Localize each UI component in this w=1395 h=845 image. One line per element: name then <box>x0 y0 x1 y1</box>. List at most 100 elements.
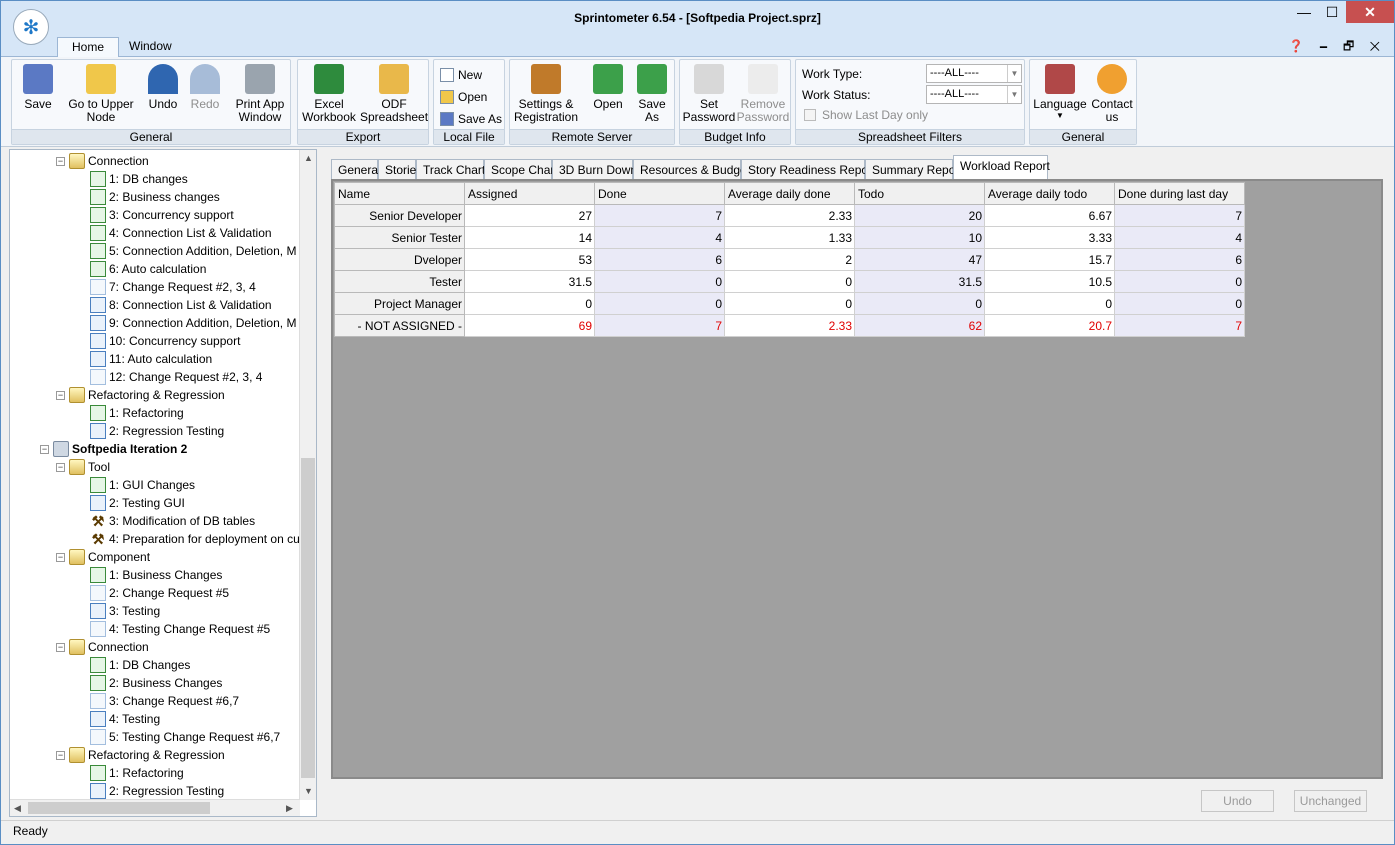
column-header[interactable]: Done <box>594 182 725 205</box>
table-cell[interactable]: 6.67 <box>984 204 1115 227</box>
table-cell[interactable]: 0 <box>1114 270 1245 293</box>
table-cell[interactable]: 20 <box>854 204 985 227</box>
close-button[interactable]: ✕ <box>1346 1 1394 23</box>
undo-button[interactable]: Undo <box>142 64 184 111</box>
tree-item[interactable]: 1: Business Changes <box>90 566 222 584</box>
tree-item[interactable]: 3: Testing <box>90 602 160 620</box>
workload-report-table[interactable]: Name Assigned Done Average daily done Todo Av… <box>334 182 1245 337</box>
tree-item[interactable]: 3: Change Request #6,7 <box>90 692 239 710</box>
tree-item[interactable]: 10: Concurrency support <box>90 332 240 350</box>
column-header[interactable]: Todo <box>854 182 985 205</box>
table-cell[interactable]: 0 <box>464 292 595 315</box>
odf-spreadsheet-button[interactable]: ODF Spreadsheet <box>360 64 428 124</box>
table-cell[interactable]: 62 <box>854 314 985 337</box>
table-cell[interactable]: 7 <box>594 314 725 337</box>
table-cell[interactable]: 47 <box>854 248 985 271</box>
report-tab[interactable]: Workload Report <box>953 155 1050 180</box>
row-name-cell[interactable]: Senior Developer <box>334 204 465 227</box>
tree-item[interactable]: 2: Regression Testing <box>90 782 224 800</box>
table-cell[interactable]: 15.7 <box>984 248 1115 271</box>
table-cell[interactable]: 0 <box>724 292 855 315</box>
tree-item[interactable]: 2: Testing GUI <box>90 494 185 512</box>
tab-home[interactable]: Home <box>57 37 120 58</box>
report-tab[interactable]: Resources & Budget <box>633 159 750 180</box>
column-header[interactable]: Assigned <box>464 182 595 205</box>
table-cell[interactable]: 27 <box>464 204 595 227</box>
tree-item[interactable]: 4: Connection List & Validation <box>90 224 272 242</box>
table-cell[interactable]: 7 <box>1114 314 1245 337</box>
scroll-left-icon[interactable]: ◀ <box>14 803 21 814</box>
report-tab[interactable]: Track Chart <box>416 159 485 180</box>
scrollbar-thumb[interactable] <box>301 458 315 778</box>
table-cell[interactable]: 6 <box>1114 248 1245 271</box>
scrollbar-thumb[interactable] <box>28 802 210 814</box>
column-header[interactable]: Done during last day <box>1114 182 1245 205</box>
tree-item[interactable]: 2: Business changes <box>90 188 220 206</box>
tree-item[interactable]: 2: Change Request #5 <box>90 584 229 602</box>
scroll-right-icon[interactable]: ▶ <box>286 803 293 814</box>
report-tab[interactable]: Scope Chart <box>484 159 558 180</box>
table-row[interactable]: - NOT ASSIGNED -69 7 2.33 62 20.7 7 <box>334 314 1245 337</box>
table-cell[interactable]: 2.33 <box>724 314 855 337</box>
tree-item[interactable]: − Tool <box>56 458 110 476</box>
table-cell[interactable]: 31.5 <box>854 270 985 293</box>
tree-item[interactable]: 6: Auto calculation <box>90 260 206 278</box>
row-name-cell[interactable]: Dveloper <box>334 248 465 271</box>
contact-us-button[interactable]: Contact us <box>1088 64 1136 124</box>
tree-item[interactable]: − Softpedia Iteration 2 <box>40 440 187 458</box>
tree-item[interactable]: 5: Connection Addition, Deletion, M <box>90 242 296 260</box>
collapse-icon[interactable]: − <box>56 462 65 472</box>
maximize-button[interactable]: ☐ <box>1318 1 1346 23</box>
tree-item[interactable]: − Connection <box>56 152 149 170</box>
settings-registration-button[interactable]: Settings & Registration <box>512 64 580 124</box>
table-cell[interactable]: 7 <box>594 204 725 227</box>
tree-item[interactable]: − Refactoring & Regression <box>56 386 225 404</box>
tree-item[interactable]: 1: Refactoring <box>90 764 184 782</box>
table-row[interactable]: Senior Developer 27 7 2.33 20 6.67 7 <box>334 204 1245 227</box>
app-logo-icon[interactable]: ✻ <box>13 9 49 45</box>
print-app-window-button[interactable]: Print App Window <box>232 64 288 124</box>
tree-item[interactable]: 4: Testing Change Request #5 <box>90 620 270 638</box>
ribbon-right-icons[interactable]: ❓ 🗕 🗗 ✕ <box>1289 37 1386 58</box>
new-button[interactable]: New <box>440 66 482 84</box>
collapse-icon[interactable]: − <box>56 552 65 562</box>
table-cell[interactable]: 53 <box>464 248 595 271</box>
tree-item[interactable]: 9: Connection Addition, Deletion, M <box>90 314 296 332</box>
table-cell[interactable]: 7 <box>1114 204 1245 227</box>
collapse-icon[interactable]: − <box>56 750 65 760</box>
table-cell[interactable]: 10.5 <box>984 270 1115 293</box>
table-cell[interactable]: 31.5 <box>464 270 595 293</box>
table-cell[interactable]: 2 <box>724 248 855 271</box>
report-tab[interactable]: Story Readiness Report <box>741 159 875 180</box>
tree-item[interactable]: ⚒ 3: Modification of DB tables <box>90 512 255 530</box>
project-tree[interactable]: − Connection 1: DB changes 2: Business chan… <box>9 149 317 817</box>
table-cell[interactable]: 20.7 <box>984 314 1115 337</box>
tree-item[interactable]: 4: Testing <box>90 710 160 728</box>
table-row[interactable]: Tester 31.5 0 0 31.5 10.5 0 <box>334 270 1245 293</box>
collapse-icon[interactable]: − <box>40 444 49 454</box>
table-cell[interactable]: 0 <box>594 292 725 315</box>
tree-item[interactable]: 1: DB Changes <box>90 656 190 674</box>
save-as-button[interactable]: Save As <box>440 110 502 128</box>
work-type-select[interactable]: ----ALL---- ▼ <box>926 64 1022 83</box>
tree-item[interactable]: − Refactoring & Regression <box>56 746 225 764</box>
column-header[interactable]: Name <box>334 182 465 205</box>
row-name-cell[interactable]: Senior Tester <box>334 226 465 249</box>
go-to-upper-node-button[interactable]: Go to Upper Node <box>66 64 136 124</box>
tree-item[interactable]: − Component <box>56 548 150 566</box>
remove-password-button[interactable]: Remove Password <box>736 64 790 124</box>
tree-item[interactable]: 3: Concurrency support <box>90 206 234 224</box>
minimize-button[interactable]: — <box>1290 1 1318 23</box>
table-cell[interactable]: 0 <box>594 270 725 293</box>
unchanged-button[interactable]: Unchanged <box>1294 790 1367 812</box>
table-cell[interactable]: 0 <box>1114 292 1245 315</box>
excel-workbook-button[interactable]: Excel Workbook <box>300 64 358 124</box>
table-cell[interactable]: 3.33 <box>984 226 1115 249</box>
collapse-icon[interactable]: − <box>56 390 65 400</box>
collapse-icon[interactable]: − <box>56 642 65 652</box>
tree-item[interactable]: 5: Testing Change Request #6,7 <box>90 728 280 746</box>
table-cell[interactable]: 69 <box>464 314 595 337</box>
language-button[interactable]: Language ▼ <box>1032 64 1088 121</box>
table-cell[interactable]: 10 <box>854 226 985 249</box>
tree-item[interactable]: 2: Business Changes <box>90 674 222 692</box>
